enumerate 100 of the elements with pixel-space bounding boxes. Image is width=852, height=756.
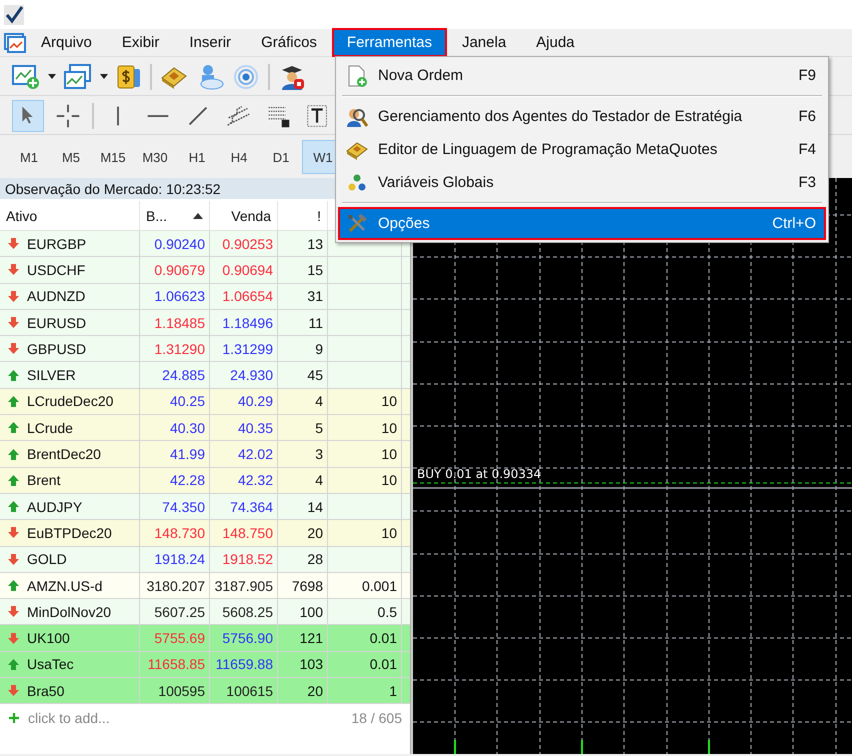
price-value: 11659.88 bbox=[216, 656, 273, 672]
timeframe-button[interactable]: H4 bbox=[218, 140, 260, 174]
column-header[interactable]: ! bbox=[278, 201, 328, 230]
price-value: 3180.207 bbox=[146, 578, 205, 594]
menu-option[interactable]: Opções Ctrl+O bbox=[338, 207, 826, 240]
timeframe-button[interactable]: M15 bbox=[92, 140, 134, 174]
price-value: 42.28 bbox=[170, 472, 205, 488]
price-value: 24.930 bbox=[230, 367, 273, 384]
spread-cell: 9 bbox=[278, 336, 328, 362]
shortcut-label: Ctrl+O bbox=[772, 215, 816, 232]
table-row[interactable]: Brent 42.28 42.32 4 10 bbox=[0, 468, 410, 494]
menu-option[interactable]: Nova Ordem F9 bbox=[338, 59, 826, 92]
table-row[interactable]: AUDNZD 1.06623 1.06654 31 bbox=[0, 284, 410, 310]
chart-window-icon[interactable] bbox=[64, 64, 92, 90]
spread-cell: 31 bbox=[278, 284, 328, 309]
spread-cell: 3 bbox=[278, 441, 328, 467]
table-row[interactable]: LCrude 40.30 40.35 5 10 bbox=[0, 415, 410, 442]
table-row[interactable]: EURUSD 1.18485 1.18496 11 bbox=[0, 310, 410, 336]
price-value: 5607.25 bbox=[154, 604, 205, 620]
table-row[interactable]: UsaTec 11658.85 11659.88 103 0.01 bbox=[0, 652, 410, 678]
spread-cell: 11 bbox=[278, 310, 328, 336]
table-row[interactable]: GOLD 1918.24 1918.52 28 bbox=[0, 546, 410, 573]
menu-option[interactable]: Gerenciamento dos Agentes do Testador de Estratégia F6 bbox=[338, 100, 826, 133]
symbol-name: USDCHF bbox=[27, 262, 86, 278]
caret-icon[interactable] bbox=[100, 74, 108, 80]
symbol-name: GOLD bbox=[27, 551, 67, 568]
table-cell: 10 bbox=[328, 388, 402, 414]
symbol-name: AUDNZD bbox=[27, 288, 86, 304]
menu-option-label: Editor de Linguagem de Programação MetaQuotes bbox=[378, 141, 718, 158]
menu-item[interactable]: Gráficos bbox=[246, 28, 332, 57]
price-value: 1.06654 bbox=[222, 288, 273, 304]
price-value: 0.90240 bbox=[154, 236, 205, 252]
symbol-name: BrentDec20 bbox=[27, 446, 101, 462]
table-cell: 10 bbox=[328, 415, 402, 440]
spread-cell: 13 bbox=[278, 231, 328, 256]
table-row[interactable]: EURGBP 0.90240 0.90253 13 bbox=[0, 231, 410, 258]
price-value: 5755.69 bbox=[154, 630, 205, 646]
menu-item[interactable]: Exibir bbox=[106, 28, 174, 57]
signal-icon[interactable] bbox=[232, 64, 260, 90]
price-value: 1.06623 bbox=[154, 288, 205, 304]
table-row[interactable]: AUDJPY 74.350 74.364 14 bbox=[0, 494, 410, 520]
price-value: 1.18496 bbox=[222, 314, 273, 331]
price-value: 1.31299 bbox=[222, 340, 273, 357]
shortcut-label: F6 bbox=[798, 108, 816, 125]
spread-cell: 15 bbox=[278, 257, 328, 283]
spread-cell: 103 bbox=[278, 652, 328, 678]
menu-option-label: Gerenciamento dos Agentes do Testador de Estratégia bbox=[378, 108, 744, 125]
symbol-name: LCrude bbox=[27, 420, 73, 436]
price-value: 11658.85 bbox=[148, 656, 205, 672]
spread-cell: 45 bbox=[278, 362, 328, 388]
price-value: 3187.905 bbox=[214, 578, 273, 594]
timeframe-button[interactable]: H1 bbox=[176, 140, 218, 174]
three-dots-icon bbox=[346, 172, 368, 194]
column-header[interactable]: Ativo bbox=[0, 201, 140, 230]
timeframe-button[interactable]: M30 bbox=[134, 140, 176, 174]
table-row[interactable]: SILVER 24.885 24.930 45 bbox=[0, 362, 410, 389]
column-header-label: B... bbox=[146, 208, 168, 224]
table-cell: 10 bbox=[328, 520, 402, 546]
table-row[interactable]: LCrudeDec20 40.25 40.29 4 10 bbox=[0, 388, 410, 416]
price-value: 5756.90 bbox=[222, 630, 273, 646]
table-cell: 10 bbox=[328, 468, 402, 493]
table-row[interactable]: BrentDec20 41.99 42.02 3 10 bbox=[0, 441, 410, 468]
menu-item[interactable]: Arquivo bbox=[26, 28, 107, 57]
table-row[interactable]: MinDolNov20 5607.25 5608.25 100 0.5 bbox=[0, 599, 410, 626]
table-row[interactable]: EuBTPDec20 148.730 148.750 20 10 bbox=[0, 520, 410, 547]
table-row[interactable]: USDCHF 0.90679 0.90694 15 bbox=[0, 257, 410, 284]
symbol-name: Bra50 bbox=[27, 682, 64, 699]
price-value: 74.350 bbox=[162, 498, 205, 515]
menu-item[interactable]: Janela bbox=[446, 28, 522, 57]
table-row[interactable]: AMZN.US-d 3180.207 3187.905 7698 0.001 bbox=[0, 572, 410, 600]
menu-item[interactable]: Inserir bbox=[174, 28, 246, 57]
price-value: 0.90253 bbox=[222, 236, 273, 252]
table-cell: 0.001 bbox=[328, 572, 402, 598]
timeframe-button[interactable]: M5 bbox=[50, 140, 92, 174]
new-chart-icon[interactable] bbox=[12, 64, 40, 90]
symbol-name: AUDJPY bbox=[27, 498, 82, 515]
timeframe-button[interactable]: D1 bbox=[260, 140, 302, 174]
table-row[interactable]: UK100 5755.69 5756.90 121 0.01 bbox=[0, 625, 410, 652]
add-symbol-link[interactable]: click to add... bbox=[28, 710, 110, 726]
dollar-icon[interactable] bbox=[116, 64, 142, 90]
menu-item[interactable]: Ajuda bbox=[521, 28, 590, 57]
price-value: 5608.25 bbox=[222, 604, 273, 620]
timeframe-button[interactable]: M1 bbox=[8, 140, 50, 174]
spread-cell: 4 bbox=[278, 388, 328, 414]
price-value: 1.18485 bbox=[154, 314, 205, 331]
table-row[interactable]: GBPUSD 1.31290 1.31299 9 bbox=[0, 336, 410, 362]
caret-icon[interactable] bbox=[48, 74, 56, 80]
spread-cell: 20 bbox=[278, 678, 328, 704]
app-window-icon[interactable] bbox=[4, 32, 26, 52]
symbol-name: LCrudeDec20 bbox=[27, 393, 114, 410]
table-cell: 0.01 bbox=[328, 625, 402, 651]
column-header[interactable]: Venda bbox=[210, 201, 278, 230]
menu-item[interactable]: Ferramentas bbox=[332, 28, 447, 57]
symbol-name: SILVER bbox=[27, 367, 76, 384]
shortcut-label: F9 bbox=[798, 67, 816, 84]
spread-cell: 20 bbox=[278, 520, 328, 546]
price-value: 1918.24 bbox=[154, 551, 205, 568]
table-row[interactable]: Bra50 100595 100615 20 1 bbox=[0, 678, 410, 704]
app-logo-icon bbox=[3, 4, 25, 26]
symbol-name: EURGBP bbox=[27, 236, 86, 252]
